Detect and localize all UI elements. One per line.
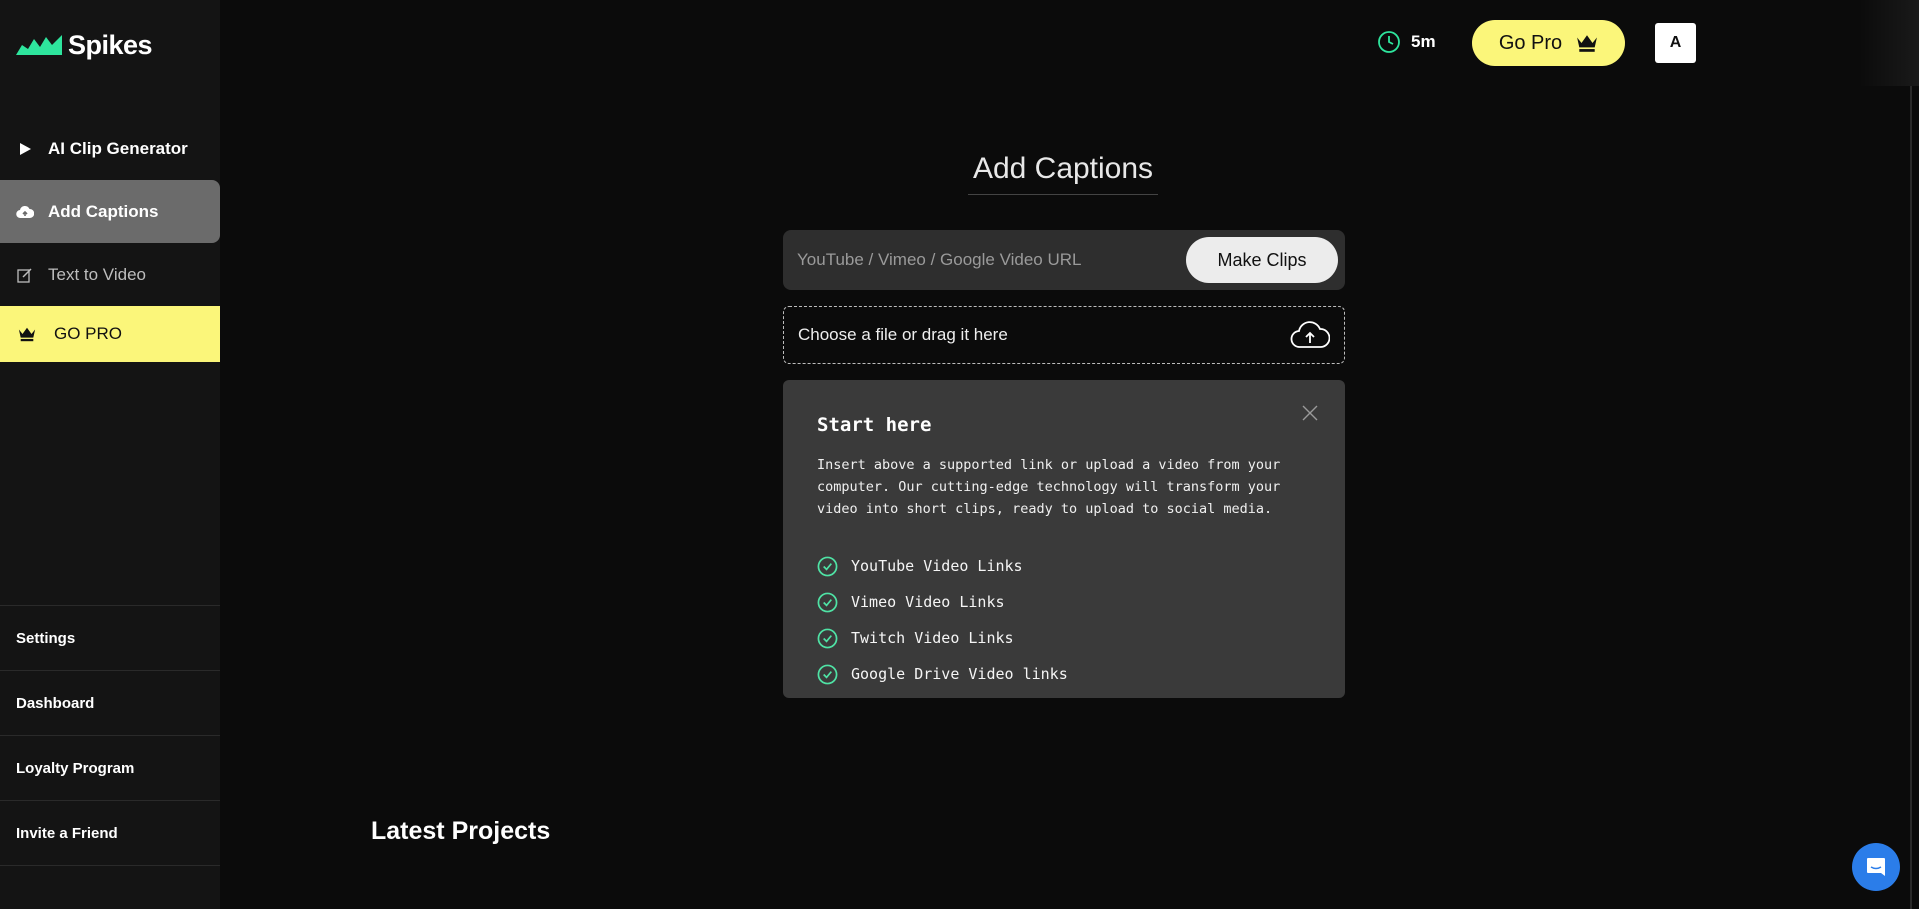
file-dropzone[interactable]: Choose a file or drag it here (783, 306, 1345, 364)
sidebar-item-text-to-video[interactable]: Text to Video (0, 243, 220, 306)
supported-links-list: YouTube Video Links Vimeo Video Links Tw… (817, 548, 1311, 692)
url-bar: Make Clips (783, 230, 1345, 290)
sidebar-item-settings[interactable]: Settings (0, 606, 220, 671)
sidebar-item-add-captions[interactable]: Add Captions (0, 180, 220, 243)
start-here-card: Start here Insert above a supported link… (783, 380, 1345, 698)
sidebar-item-loyalty-program[interactable]: Loyalty Program (0, 736, 220, 801)
list-item-label: YouTube Video Links (851, 557, 1023, 575)
page-title: Add Captions (968, 152, 1158, 195)
check-circle-icon (817, 556, 838, 576)
chat-launcher-button[interactable] (1852, 843, 1900, 891)
sidebar-nav: AI Clip Generator Add Captions Text to V… (0, 117, 220, 362)
card-title: Start here (817, 414, 932, 436)
list-item: Vimeo Video Links (817, 584, 1311, 620)
credits-value: 5m (1411, 32, 1436, 51)
latest-projects-heading: Latest Projects (371, 817, 551, 845)
sidebar-item-invite-friend[interactable]: Invite a Friend (0, 801, 220, 866)
list-item: Google Drive Video links (817, 656, 1311, 692)
sidebar-item-label: Add Captions (48, 201, 159, 221)
check-circle-icon (817, 664, 838, 684)
play-icon (16, 140, 34, 158)
logo-text: Spikes (68, 29, 153, 60)
credits-indicator[interactable]: 5m (1377, 30, 1436, 54)
check-circle-icon (817, 628, 838, 648)
sidebar-item-ai-clip-generator[interactable]: AI Clip Generator (0, 117, 220, 180)
card-description: Insert above a supported link or upload … (817, 457, 1281, 517)
crown-icon (1577, 35, 1598, 52)
avatar[interactable]: A (1655, 23, 1696, 63)
go-pro-label: Go Pro (1498, 31, 1563, 54)
go-pro-button[interactable]: Go Pro (1472, 20, 1625, 66)
check-circle-icon (817, 592, 838, 612)
sidebar-item-label: GO PRO (54, 324, 123, 343)
sidebar: Spikes AI Clip Generator Add Captions Te… (0, 0, 220, 909)
list-item-label: Twitch Video Links (851, 629, 1014, 647)
topbar-edge (1859, 0, 1919, 86)
sidebar-item-label: Text to Video (48, 264, 146, 284)
sidebar-item-go-pro[interactable]: GO PRO (0, 306, 220, 362)
edit-icon (16, 266, 34, 284)
list-item-label: Vimeo Video Links (851, 593, 1005, 611)
list-item: Twitch Video Links (817, 620, 1311, 656)
video-url-input[interactable] (783, 230, 1186, 290)
crown-icon (18, 325, 36, 343)
scrollbar-track[interactable] (1910, 86, 1912, 909)
close-icon[interactable] (1301, 404, 1319, 422)
make-clips-button[interactable]: Make Clips (1186, 237, 1338, 283)
list-item: YouTube Video Links (817, 548, 1311, 584)
logo[interactable]: Spikes (16, 28, 153, 62)
clock-icon (1378, 31, 1400, 53)
chat-icon (1867, 858, 1885, 876)
sidebar-bottom-nav: Settings Dashboard Loyalty Program Invit… (0, 605, 220, 866)
dropzone-label: Choose a file or drag it here (798, 325, 1008, 344)
sidebar-item-dashboard[interactable]: Dashboard (0, 671, 220, 736)
cloud-upload-icon (1290, 321, 1330, 348)
app: Spikes AI Clip Generator Add Captions Te… (0, 0, 1919, 909)
spikes-logo-icon (16, 35, 62, 55)
cloud-upload-icon (16, 203, 34, 221)
list-item-label: Google Drive Video links (851, 665, 1068, 683)
sidebar-item-label: AI Clip Generator (48, 138, 188, 158)
